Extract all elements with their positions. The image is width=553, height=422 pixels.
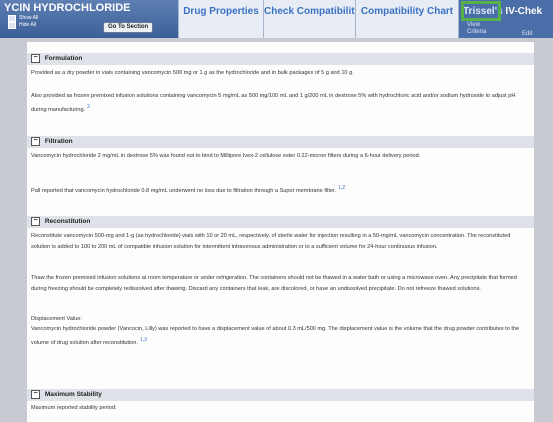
section-title: Maximum Stability	[44, 391, 102, 398]
section-header-reconstitution[interactable]: − Reconstitution	[27, 216, 534, 228]
collapse-icon[interactable]: −	[31, 53, 40, 63]
tab-compatibility-chart[interactable]: Compatibility Chart	[355, 0, 458, 38]
formulation-paragraph-2: Also provided as frozen premixed infusio…	[31, 91, 529, 115]
collapse-icon[interactable]: −	[31, 136, 40, 146]
filtration-paragraph-2: Pall reported that vancomycin hydrochlor…	[31, 183, 529, 196]
hide-all-icon	[8, 22, 16, 29]
tab-iv-chek-label: IV-Chek	[505, 6, 543, 17]
reference-link[interactable]: 1,2	[338, 185, 345, 191]
collapse-icon[interactable]: −	[31, 216, 40, 226]
reconstitution-paragraph-1: Reconstitute vancomycin 500-mg and 1-g (…	[31, 233, 511, 250]
displacement-value-label: Displacement Value:	[31, 316, 82, 322]
show-all-control[interactable]: Show All	[8, 15, 38, 22]
collapse-icon[interactable]: −	[31, 389, 40, 399]
view-label: View	[467, 22, 480, 28]
reconstitution-paragraph-3-text: Vancomycin hydrochloride powder (Vancoci…	[31, 326, 520, 346]
section-header-maximum-stability[interactable]: − Maximum Stability	[27, 389, 534, 401]
formulation-paragraph-2-text: Also provided as frozen premixed infusio…	[31, 93, 516, 113]
tab-check-compatibility[interactable]: Check Compatibility	[263, 0, 360, 38]
tab-drug-properties[interactable]: Drug Properties	[178, 0, 263, 38]
trissels-highlight-box	[461, 1, 501, 21]
reference-link[interactable]: 2	[87, 104, 90, 110]
filtration-paragraph-2-text: Pall reported that vancomycin hydrochlor…	[31, 187, 337, 194]
hide-all-label: Hide All	[19, 22, 36, 28]
drug-title: YCIN HYDROCHLORIDE	[4, 2, 131, 14]
hide-all-control[interactable]: Hide All	[8, 22, 38, 29]
section-title: Filtration	[44, 138, 73, 145]
drug-header: YCIN HYDROCHLORIDE Show All Hide All Go …	[0, 0, 553, 38]
section-title: Reconstitution	[44, 218, 91, 225]
go-to-section-button[interactable]: Go To Section	[103, 22, 154, 33]
app-frame: YCIN HYDROCHLORIDE Show All Hide All Go …	[0, 0, 553, 422]
formulation-paragraph-1: Provided as a dry powder in vials contai…	[31, 70, 354, 76]
expand-controls: Show All Hide All	[8, 15, 38, 29]
section-header-formulation[interactable]: − Formulation	[27, 53, 534, 65]
view-criteria-link[interactable]: View Criteria	[467, 22, 486, 36]
maximum-stability-paragraph-1: Maximum reported stability period:	[31, 405, 117, 411]
monograph-content: − Formulation Provided as a dry powder i…	[27, 42, 534, 422]
section-title: Formulation	[44, 55, 83, 62]
section-header-filtration[interactable]: − Filtration	[27, 136, 534, 148]
show-all-icon	[8, 15, 16, 22]
reconstitution-paragraph-2: Thaw the frozen premixed infusion soluti…	[31, 275, 517, 292]
reconstitution-paragraph-3: Vancomycin hydrochloride powder (Vancoci…	[31, 324, 529, 348]
reference-link[interactable]: 1,3	[140, 337, 147, 343]
filtration-paragraph-1: Vancomycin hydrochloride 2 mg/mL in dext…	[31, 153, 421, 159]
criteria-label: Criteria	[467, 29, 487, 35]
right-gutter	[540, 42, 553, 422]
show-all-label: Show All	[19, 15, 39, 21]
